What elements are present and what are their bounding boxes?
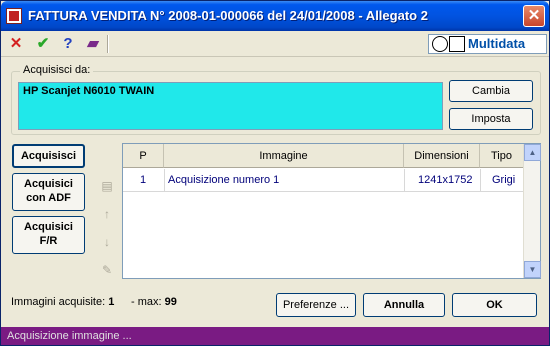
cell-p: 1: [140, 174, 147, 186]
column-header-dimensioni[interactable]: Dimensioni: [404, 144, 480, 168]
acquire-fr-button[interactable]: Acquisici F/R: [12, 216, 85, 254]
acquire-button[interactable]: Acquisisci: [12, 144, 85, 168]
vertical-scrollbar[interactable]: ▲ ▼: [523, 144, 541, 278]
scroll-down-icon[interactable]: ▼: [524, 261, 541, 278]
acquired-count-label: Immagini acquisite: 1: [11, 296, 114, 308]
app-icon: [6, 8, 22, 24]
title-bar: FATTURA VENDITA N° 2008-01-000066 del 24…: [1, 1, 549, 31]
scroll-up-icon[interactable]: ▲: [524, 144, 541, 161]
cancel-button-label: Annulla: [383, 299, 425, 311]
help-question-icon[interactable]: ?: [58, 34, 78, 54]
acquire-adf-button[interactable]: Acquisici con ADF: [12, 173, 85, 211]
column-header-immagine[interactable]: Immagine: [164, 144, 404, 168]
document-icon[interactable]: ▤: [99, 178, 115, 194]
acquired-count-value: 1: [108, 296, 115, 308]
close-window-button[interactable]: ✕: [523, 5, 545, 27]
cancel-button[interactable]: Annulla: [363, 293, 445, 317]
cell-tipo: Grigi: [492, 174, 516, 186]
setup-button-label: Imposta: [471, 113, 511, 125]
images-table: P Immagine Dimensioni Tipo 1 Acquisizion…: [122, 143, 541, 279]
acquired-label-text: Immagini acquisite:: [11, 296, 106, 308]
window-title: FATTURA VENDITA N° 2008-01-000066 del 24…: [28, 8, 428, 23]
change-button[interactable]: Cambia: [449, 80, 533, 102]
logo-circle-icon: [432, 36, 448, 52]
multidata-logo: Multidata: [428, 34, 547, 54]
column-divider: [480, 169, 481, 192]
toolbar-separator: [107, 35, 109, 53]
scanner-name-field[interactable]: HP Scanjet N6010 TWAIN: [18, 82, 443, 130]
max-value: 99: [164, 296, 177, 308]
acquire-button-label: Acquisisci: [20, 150, 77, 162]
max-label: - max: 99: [131, 296, 177, 308]
ok-button[interactable]: OK: [452, 293, 537, 317]
book-icon[interactable]: ▰: [83, 34, 103, 54]
acquire-fr-label-1: Acquisici: [24, 221, 73, 233]
preferences-button[interactable]: Preferenze ...: [276, 293, 356, 317]
acquire-adf-label-1: Acquisici: [24, 178, 73, 190]
ok-button-label: OK: [486, 299, 503, 311]
source-group-label: Acquisisci da:: [20, 64, 94, 76]
change-button-label: Cambia: [472, 85, 510, 97]
toolbar: ✕ ✔ ? ▰ Multidata: [1, 31, 549, 57]
close-red-x-icon[interactable]: ✕: [6, 34, 26, 54]
acquire-adf-label-2: con ADF: [26, 191, 71, 204]
column-header-tipo[interactable]: Tipo: [480, 144, 523, 168]
status-bar: Acquisizione immagine ...: [1, 327, 549, 345]
arrow-down-icon[interactable]: ↓: [99, 234, 115, 250]
dialog-window: FATTURA VENDITA N° 2008-01-000066 del 24…: [0, 0, 550, 346]
logo-box-icon: [449, 36, 465, 52]
logo-text: Multidata: [468, 36, 526, 51]
arrow-up-icon[interactable]: ↑: [99, 206, 115, 222]
column-divider: [404, 169, 405, 192]
preferences-button-label: Preferenze ...: [282, 299, 350, 311]
max-label-text: - max:: [131, 296, 162, 308]
column-header-p[interactable]: P: [123, 144, 164, 168]
cell-immagine: Acquisizione numero 1: [168, 174, 280, 186]
cell-dimensioni: 1241x1752: [418, 174, 473, 186]
column-divider: [164, 169, 165, 192]
setup-button[interactable]: Imposta: [449, 108, 533, 130]
check-green-icon[interactable]: ✔: [33, 34, 53, 54]
row-divider: [123, 191, 523, 192]
acquire-fr-label-2: F/R: [39, 234, 58, 247]
edit-icon[interactable]: ✎: [99, 262, 115, 278]
